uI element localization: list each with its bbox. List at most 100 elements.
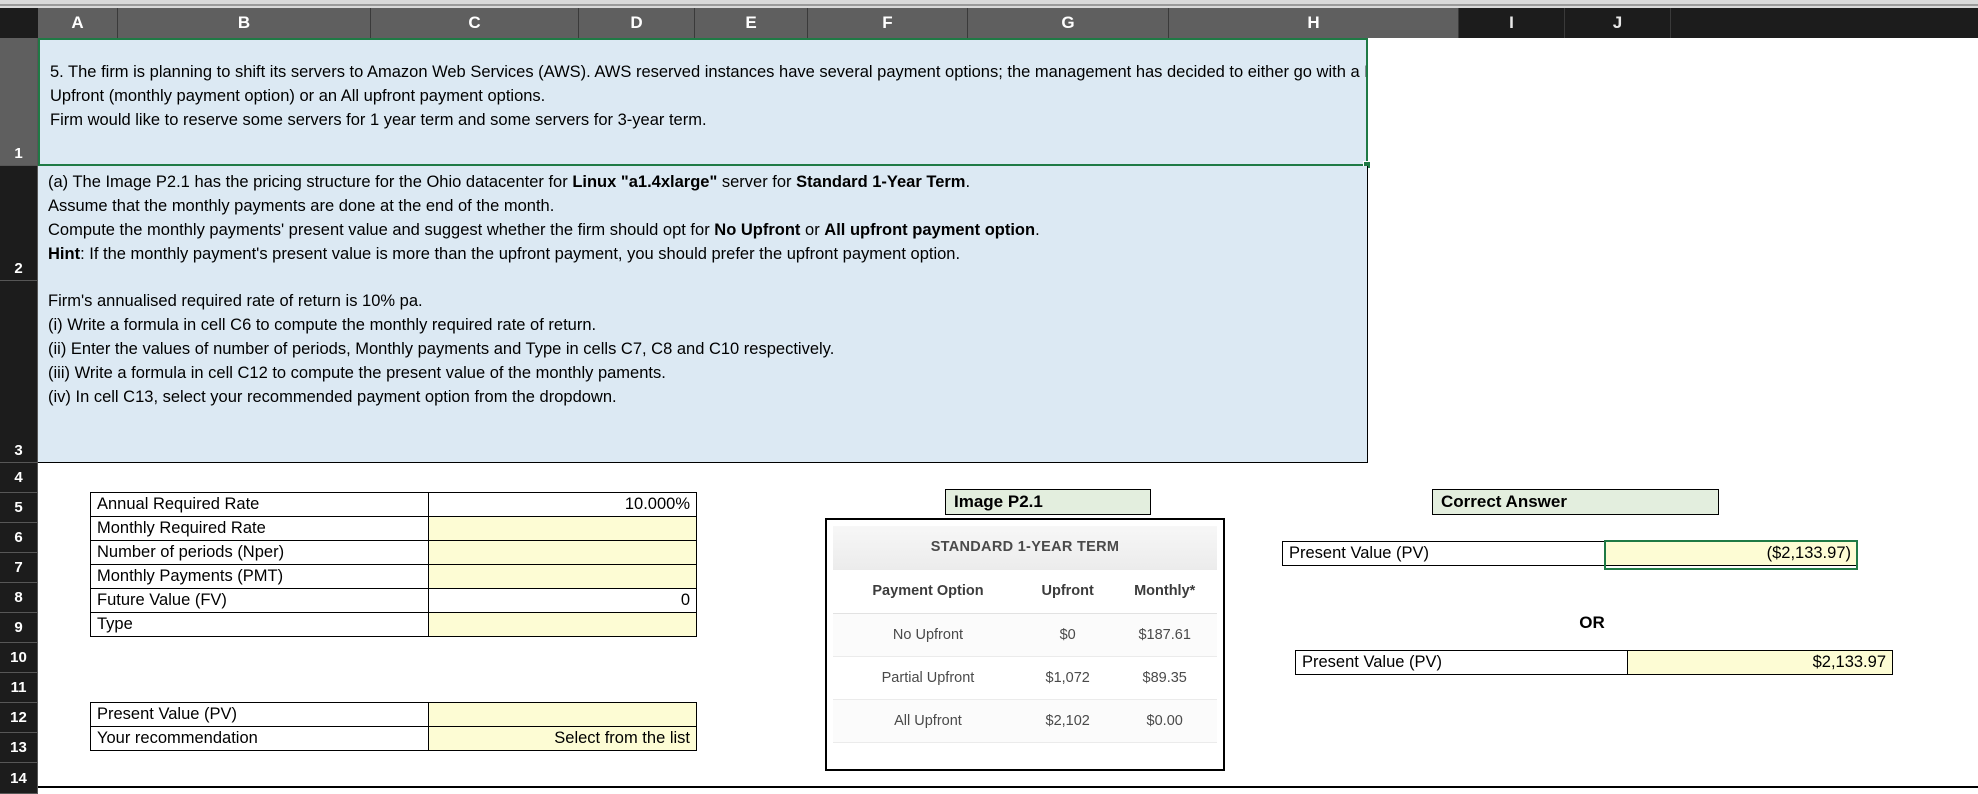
table-row: Annual Required Rate 10.000% <box>90 492 697 517</box>
row-header-1[interactable]: 1 <box>0 38 38 166</box>
column-header-f[interactable]: F <box>808 8 968 38</box>
p21-upfront-1: $1,072 <box>1022 656 1113 700</box>
question-row2-line4: Hint: If the monthly payment's present v… <box>48 242 1359 266</box>
answer2-label: Present Value (PV) <box>1295 650 1628 675</box>
row-header-3[interactable]: 3 <box>0 281 38 463</box>
column-header-a[interactable]: A <box>38 8 118 38</box>
question-row2-line2: Assume that the monthly payments are don… <box>48 197 555 215</box>
input-value-2[interactable] <box>428 540 697 565</box>
input-label-5: Type <box>90 612 429 637</box>
p21-term-row: STANDARD 1-YEAR TERM <box>833 526 1217 570</box>
p21-column-header-0: Payment Option <box>833 569 1023 614</box>
p21-monthly-1: $89.35 <box>1112 656 1217 700</box>
recommendation-dropdown-cell[interactable]: Select from the list <box>428 726 697 751</box>
question-row2-line3: Compute the monthly payments' present va… <box>48 218 1359 242</box>
column-header-c[interactable]: C <box>371 8 579 38</box>
p21-column-header-2: Monthly* <box>1112 569 1217 614</box>
q2l3-bold2: All upfront payment option <box>824 221 1036 239</box>
input-label-2: Number of periods (Nper) <box>90 540 429 565</box>
column-header-b[interactable]: B <box>118 8 371 38</box>
p21-data-row: Partial Upfront $1,072 $89.35 <box>833 656 1217 700</box>
q2l3-mid: or <box>800 221 825 239</box>
q2l3-post: . <box>1035 221 1040 239</box>
grid-bottom-border-right <box>1700 786 1978 788</box>
image-p21-title-label: Image P2.1 <box>954 492 1043 511</box>
input-value-4[interactable]: 0 <box>428 588 697 613</box>
question-row1-line3: Firm would like to reserve some servers … <box>50 111 707 129</box>
column-header-d[interactable]: D <box>579 8 695 38</box>
question-row2-line1: (a) The Image P2.1 has the pricing struc… <box>48 170 1359 194</box>
row-header-7[interactable]: 7 <box>0 553 38 583</box>
input-label-1: Monthly Required Rate <box>90 516 429 541</box>
row-header-2[interactable]: 2 <box>0 166 38 281</box>
inputs-table: Annual Required Rate 10.000% Monthly Requi… <box>90 492 697 637</box>
input-value-5[interactable] <box>428 612 697 637</box>
input-label-4: Future Value (FV) <box>90 588 429 613</box>
table-row: Future Value (FV) 0 <box>90 588 697 613</box>
question-cell-row2[interactable]: (a) The Image P2.1 has the pricing struc… <box>38 166 1368 281</box>
p21-upfront-0: $0 <box>1022 613 1113 657</box>
correct-answer-table-1: Present Value (PV) ($2,133.97) <box>1282 541 1858 566</box>
answer1-label: Present Value (PV) <box>1282 541 1606 566</box>
q2l4-hint-bold: Hint <box>48 245 81 263</box>
top-divider-line <box>0 4 1978 6</box>
row-header-13[interactable]: 13 <box>0 733 38 763</box>
input-label-3: Monthly Payments (PMT) <box>90 564 429 589</box>
answer2-value[interactable]: $2,133.97 <box>1627 650 1893 675</box>
row-header-8[interactable]: 8 <box>0 583 38 613</box>
row-header-5[interactable]: 5 <box>0 493 38 523</box>
q2l1-post: . <box>965 173 971 191</box>
p21-data-row: No Upfront $0 $187.61 <box>833 613 1217 657</box>
answer1-value[interactable]: ($2,133.97) <box>1605 541 1858 566</box>
q2l1-bold1: Linux "a1.4xlarge" <box>572 173 718 191</box>
image-p21-pricing-card: STANDARD 1-YEAR TERM Payment Option Upfron… <box>825 518 1225 771</box>
correct-answer-title: Correct Answer <box>1432 489 1719 515</box>
question-row3-line2: (i) Write a formula in cell C6 to comput… <box>48 316 597 334</box>
question-cell-row3[interactable]: Firm's annualised required rate of retur… <box>38 281 1368 463</box>
p21-option-1: Partial Upfront <box>833 656 1023 700</box>
question-row3-line5: (iv) In cell C13, select your recommende… <box>48 388 617 406</box>
row-header-9[interactable]: 9 <box>0 613 38 643</box>
correct-answer-title-label: Correct Answer <box>1441 492 1567 511</box>
table-row: Your recommendation Select from the list <box>90 726 697 751</box>
p21-option-2: All Upfront <box>833 699 1023 743</box>
p21-data-row: All Upfront $2,102 $0.00 <box>833 699 1217 743</box>
output-value-0[interactable] <box>428 702 697 727</box>
table-row: Present Value (PV) $2,133.97 <box>1295 650 1893 675</box>
question-row1-line2: Upfront (monthly payment option) or an A… <box>50 87 546 105</box>
p21-monthly-0: $187.61 <box>1112 613 1217 657</box>
row-header-14[interactable]: 14 <box>0 763 38 794</box>
question-row3-line4: (iii) Write a formula in cell C12 to com… <box>48 364 666 382</box>
q2l1-pre: (a) The Image P2.1 has the pricing struc… <box>48 173 573 191</box>
p21-monthly-2: $0.00 <box>1112 699 1217 743</box>
row-header-6[interactable]: 6 <box>0 523 38 553</box>
grid-bottom-border-left <box>38 786 1700 788</box>
input-value-0[interactable]: 10.000% <box>428 492 697 517</box>
input-value-1[interactable] <box>428 516 697 541</box>
q2l3-bold1: No Upfront <box>714 221 801 239</box>
table-row: Type <box>90 612 697 637</box>
question-row3-line3: (ii) Enter the values of number of perio… <box>48 340 835 358</box>
question-cell-row1[interactable]: 5. The firm is planning to shift its ser… <box>38 38 1368 166</box>
output-table: Present Value (PV) Your recommendation Sel… <box>90 702 697 751</box>
image-p21-inner: STANDARD 1-YEAR TERM Payment Option Upfron… <box>827 520 1223 769</box>
input-label-0: Annual Required Rate <box>90 492 429 517</box>
row-header-12[interactable]: 12 <box>0 703 38 733</box>
table-row: Present Value (PV) <box>90 702 697 727</box>
row-header-4[interactable]: 4 <box>0 463 38 493</box>
image-p21-table: STANDARD 1-YEAR TERM Payment Option Upfron… <box>833 526 1217 743</box>
row-header-10[interactable]: 10 <box>0 643 38 673</box>
q2l4-rest: : If the monthly payment's present value… <box>80 245 961 263</box>
row-header-11[interactable]: 11 <box>0 673 38 703</box>
column-header-h[interactable]: H <box>1169 8 1459 38</box>
column-header-i[interactable]: I <box>1459 8 1565 38</box>
p21-term-header: STANDARD 1-YEAR TERM <box>833 526 1217 570</box>
input-value-3[interactable] <box>428 564 697 589</box>
question-row3-line1: Firm's annualised required rate of retur… <box>48 292 423 310</box>
column-header-g[interactable]: G <box>968 8 1169 38</box>
table-row: Monthly Required Rate <box>90 516 697 541</box>
question-row1-line1: 5. The firm is planning to shift its ser… <box>50 63 1368 81</box>
column-header-j[interactable]: J <box>1565 8 1671 38</box>
spreadsheet-canvas: ABCDEFGHIJ 1 2 3 4 5 6 7 8 9 10 11 12 13 14 5. The fi… <box>0 0 1978 794</box>
column-header-e[interactable]: E <box>695 8 808 38</box>
